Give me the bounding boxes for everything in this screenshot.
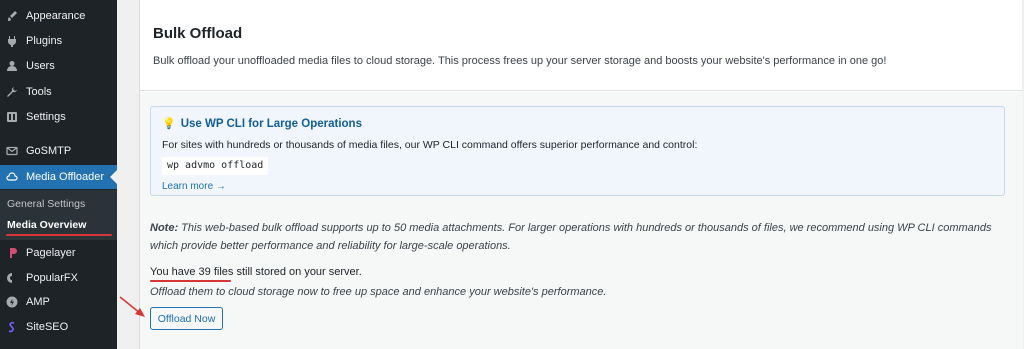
files-status-rest: still stored on your server.	[236, 266, 362, 278]
sidebar-item-label: PopularFX	[26, 272, 78, 284]
sidebar-item-plugins[interactable]: Plugins	[0, 29, 117, 53]
sidebar-item-label: GoSMTP	[26, 145, 72, 157]
bulk-offload-card: Bulk Offload Bulk offload your unoffload…	[139, 0, 1023, 349]
sidebar-item-gosmtp[interactable]: GoSMTP	[0, 139, 117, 163]
wp-cli-command: wp advmo offload	[162, 157, 269, 175]
admin-sidebar: Appearance Plugins Users Tools Settings …	[0, 0, 117, 349]
sidebar-item-users[interactable]: Users	[0, 54, 117, 78]
paintbrush-icon	[5, 9, 19, 23]
sidebar-item-siteseo[interactable]: SiteSEO	[0, 315, 117, 339]
page-description: Bulk offload your unoffloaded media file…	[153, 55, 887, 67]
annotation-underline	[6, 234, 112, 236]
page-title: Bulk Offload	[153, 25, 243, 42]
sidebar-item-label: AMP	[26, 296, 50, 308]
users-icon	[5, 59, 19, 73]
sidebar-item-label: Media Offloader	[26, 171, 105, 183]
card-header: Bulk Offload Bulk offload your unoffload…	[140, 0, 1023, 91]
submenu-item-general-settings[interactable]: General Settings	[7, 198, 85, 210]
settings-icon	[5, 110, 19, 124]
note-body: This web-based bulk offload supports up …	[150, 222, 992, 252]
wp-cli-title-text: Use WP CLI for Large Operations	[180, 117, 362, 130]
sidebar-item-label: Pagelayer	[26, 247, 76, 259]
wp-cli-notice: 💡 Use WP CLI for Large Operations For si…	[150, 106, 1005, 196]
media-offloader-submenu: General Settings Media Overview	[0, 190, 117, 240]
sidebar-item-label: Settings	[26, 111, 66, 123]
sidebar-item-tools[interactable]: Tools	[0, 80, 117, 104]
files-count-highlight: You have 39 files	[150, 266, 234, 278]
note-text: Note: This web-based bulk offload suppor…	[150, 219, 1018, 255]
main-content: Bulk Offload Bulk offload your unoffload…	[117, 0, 1024, 349]
sidebar-item-label: Plugins	[26, 35, 63, 47]
sidebar-item-media-offloader[interactable]: Media Offloader	[0, 165, 117, 189]
offload-hint: Offload them to cloud storage now to fre…	[150, 286, 607, 298]
cloud-icon	[5, 170, 19, 184]
sidebar-item-label: Tools	[26, 86, 52, 98]
note-label: Note:	[150, 222, 179, 234]
sidebar-item-popularfx[interactable]: PopularFX	[0, 266, 117, 290]
card-body: 💡 Use WP CLI for Large Operations For si…	[140, 92, 1023, 349]
sidebar-item-amp[interactable]: AMP	[0, 290, 117, 314]
active-indicator-arrow	[110, 170, 117, 184]
tools-icon	[5, 85, 19, 99]
lightbulb-icon: 💡	[162, 118, 176, 130]
sidebar-item-label: SiteSEO	[26, 321, 69, 333]
sidebar-item-pagelayer[interactable]: Pagelayer	[0, 241, 117, 265]
siteseo-icon	[5, 320, 19, 334]
files-status: You have 39 files still stored on your s…	[150, 266, 362, 278]
learn-more-link[interactable]: Learn more →	[162, 181, 226, 192]
wp-cli-description: For sites with hundreds or thousands of …	[162, 139, 698, 151]
popularfx-icon	[5, 271, 19, 285]
annotation-underline	[150, 280, 231, 282]
sidebar-item-settings[interactable]: Settings	[0, 105, 117, 129]
mail-icon	[5, 144, 19, 158]
sidebar-item-appearance[interactable]: Appearance	[0, 4, 117, 28]
wp-cli-title: 💡 Use WP CLI for Large Operations	[162, 117, 362, 131]
submenu-item-media-overview[interactable]: Media Overview	[7, 219, 86, 231]
sidebar-item-label: Appearance	[26, 10, 86, 22]
amp-icon	[5, 295, 19, 309]
pagelayer-icon	[5, 246, 19, 260]
sidebar-item-label: Users	[26, 60, 55, 72]
plugins-icon	[5, 34, 19, 48]
offload-now-button[interactable]: Offload Now	[150, 307, 223, 330]
